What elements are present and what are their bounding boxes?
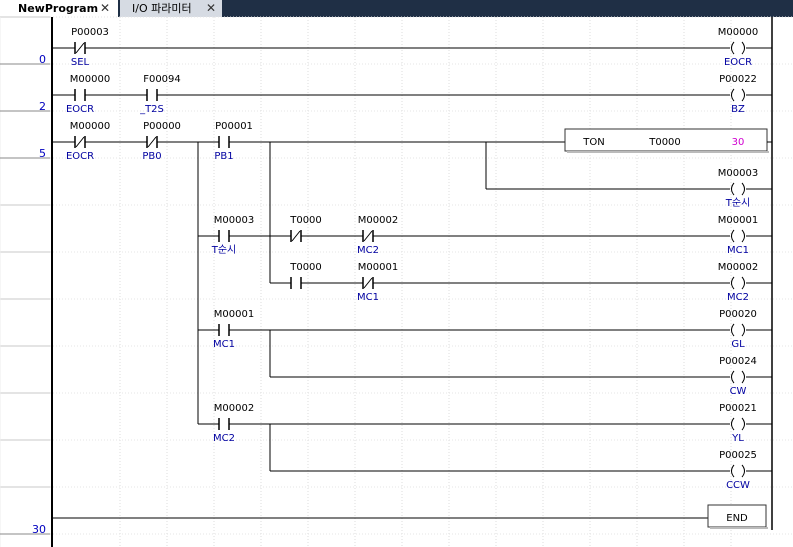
contact-m00000[interactable] <box>64 73 96 115</box>
contact-m00001[interactable] <box>352 261 384 303</box>
contact-m00000[interactable] <box>64 120 96 162</box>
coil-m00002[interactable] <box>716 261 760 303</box>
contact-t0000[interactable] <box>280 261 312 303</box>
coil-m00003[interactable] <box>716 167 760 209</box>
timer-instruction: TON <box>582 137 604 148</box>
coil-p00025[interactable] <box>716 449 760 491</box>
contact-m00003[interactable] <box>208 214 240 256</box>
contact-m00001[interactable] <box>208 308 240 350</box>
coil-m00000[interactable] <box>716 26 760 68</box>
contact-f00094[interactable] <box>136 73 168 115</box>
coil-p00022[interactable] <box>716 73 760 115</box>
coil-m00001[interactable] <box>716 214 760 256</box>
contact-t0000[interactable] <box>280 214 312 256</box>
contact-p00000[interactable] <box>136 120 168 162</box>
end-box-shadow <box>710 527 768 529</box>
timer-address: T0000 <box>648 137 681 148</box>
contact-m00002[interactable] <box>208 402 240 444</box>
coil-p00024[interactable] <box>716 355 760 397</box>
timer-box-shadow <box>567 151 769 153</box>
end-label: END <box>726 513 748 524</box>
contact-p00001[interactable] <box>208 120 240 162</box>
contact-p00003[interactable] <box>64 26 96 68</box>
coil-p00021[interactable] <box>716 402 760 444</box>
contact-m00002[interactable] <box>352 214 384 256</box>
ladder-diagram[interactable]: 02530P00003SELM00000EOCRF00094_T2SM00000… <box>0 0 793 547</box>
coil-p00020[interactable] <box>716 308 760 350</box>
timer-preset: 30 <box>732 137 745 148</box>
